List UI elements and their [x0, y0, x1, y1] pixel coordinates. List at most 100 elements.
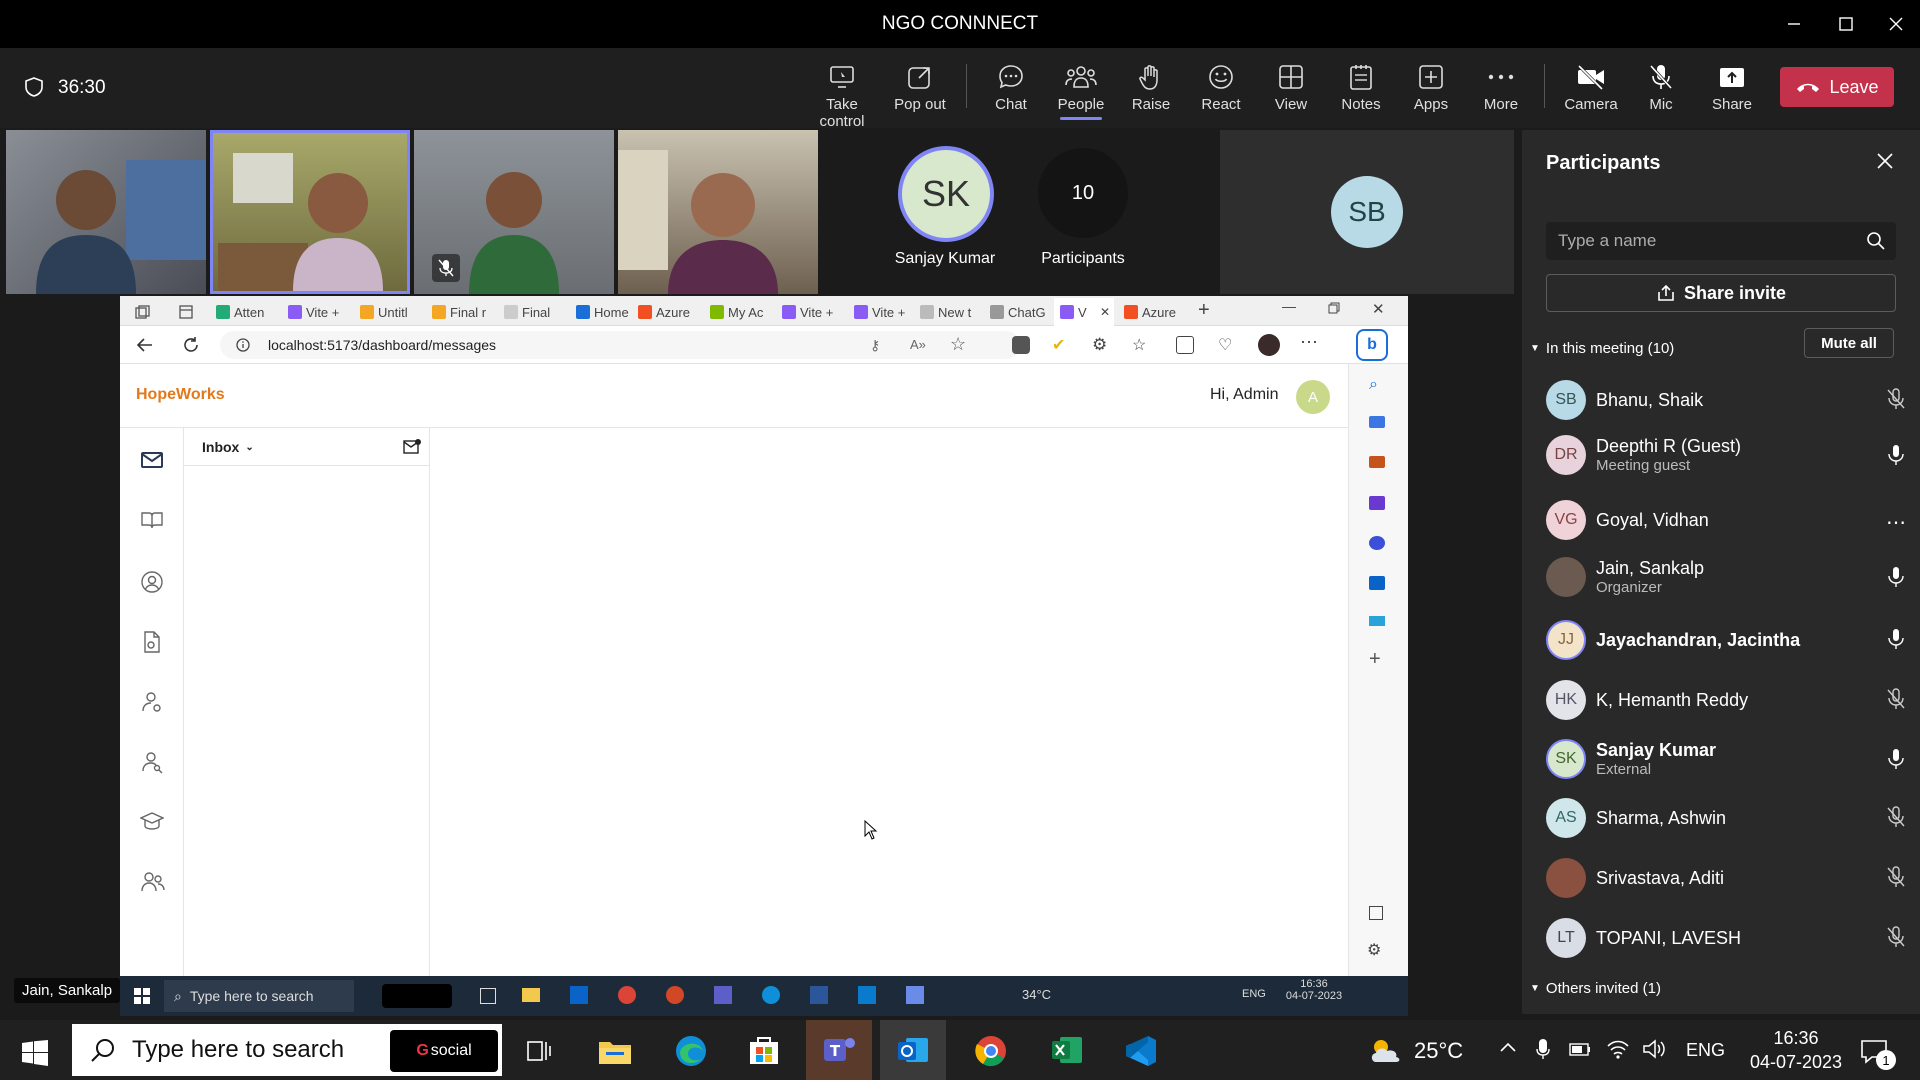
mic-button[interactable]: Mic — [1626, 62, 1696, 113]
browser-tab[interactable]: Azure — [1124, 300, 1194, 324]
chevron-up-icon[interactable] — [1500, 1042, 1516, 1052]
search-highlight-badge[interactable]: Gsocial — [390, 1030, 498, 1072]
edge-taskbar-icon[interactable] — [762, 986, 780, 1004]
people-button[interactable]: People — [1046, 62, 1116, 120]
close-panel-icon[interactable] — [1876, 152, 1894, 170]
new-tab-icon[interactable]: + — [1198, 299, 1210, 322]
favorites-icon[interactable]: ☆ — [1132, 335, 1146, 355]
close-window-button[interactable] — [1868, 0, 1920, 48]
file-explorer-icon[interactable] — [598, 1038, 632, 1066]
bing-chat-icon[interactable]: b — [1356, 329, 1388, 361]
mute-all-button[interactable]: Mute all — [1804, 328, 1894, 358]
raise-hand-button[interactable]: Raise — [1116, 62, 1186, 113]
participant-row[interactable]: Jain, Sankalp Organizer — [1546, 542, 1906, 612]
browser-tab[interactable]: ChatG — [990, 300, 1056, 324]
pop-out-button[interactable]: Pop out — [885, 62, 955, 113]
language-indicator[interactable]: ENG — [1686, 1040, 1725, 1061]
browser-tab[interactable]: My Ac — [710, 300, 780, 324]
teams-taskbar-button[interactable]: T — [806, 1020, 872, 1080]
participant-row[interactable]: DR Deepthi R (Guest) Meeting guest — [1546, 420, 1906, 490]
outlook-taskbar-icon[interactable] — [570, 986, 588, 1004]
brand-logo[interactable]: HopeWorks — [136, 386, 225, 404]
workspaces-icon[interactable] — [134, 304, 150, 320]
sanjay-kumar-avatar[interactable]: SK — [898, 146, 994, 242]
close-tab-icon[interactable]: ✕ — [1100, 305, 1114, 319]
remote-lang[interactable]: ENG — [1242, 988, 1266, 1000]
extension-check-icon[interactable]: ✔ — [1052, 335, 1065, 355]
microsoft-365-icon[interactable] — [1369, 536, 1385, 550]
teams-taskbar-icon[interactable] — [714, 986, 732, 1004]
participant-row[interactable]: SK Sanjay Kumar External — [1546, 724, 1906, 794]
settings-more-icon[interactable]: ⋯ — [1300, 332, 1318, 353]
others-invited-toggle[interactable]: ▼ Others invited (1) — [1530, 980, 1661, 997]
task-view-icon[interactable] — [480, 988, 496, 1004]
outlook-icon[interactable] — [1369, 576, 1385, 590]
camera-button[interactable]: Camera — [1556, 62, 1626, 113]
browser-tab[interactable]: Atten — [216, 300, 282, 324]
collections-icon[interactable] — [1176, 336, 1194, 354]
profile-avatar[interactable] — [1258, 334, 1280, 356]
in-meeting-section-toggle[interactable]: ▼ In this meeting (10) — [1530, 340, 1674, 357]
tools-icon[interactable] — [1369, 456, 1385, 468]
browser-tab[interactable]: Vite + — [288, 300, 358, 324]
add-sidebar-app-icon[interactable]: + — [1369, 648, 1381, 671]
browser-tab[interactable]: Final — [504, 300, 574, 324]
drop-icon[interactable] — [1369, 616, 1385, 626]
app-taskbar-icon[interactable] — [906, 986, 924, 1004]
participant-row[interactable]: JJ Jayachandran, Jacintha — [1546, 612, 1906, 668]
weather-temperature[interactable]: 25°C — [1414, 1038, 1463, 1064]
hide-sidebar-icon[interactable] — [1369, 906, 1383, 920]
user-avatar[interactable]: A — [1296, 380, 1330, 414]
share-invite-button[interactable]: Share invite — [1546, 274, 1896, 312]
chrome-icon[interactable] — [974, 1034, 1008, 1068]
site-info-icon[interactable] — [236, 338, 250, 352]
sidebar-settings-icon[interactable]: ⚙ — [1367, 940, 1381, 960]
browser-tab[interactable]: Untitl — [360, 300, 430, 324]
participant-row[interactable]: LT TOPANI, LAVESH — [1546, 910, 1906, 966]
browser-restore-icon[interactable] — [1328, 302, 1340, 314]
browser-tab[interactable]: Vite + — [854, 300, 924, 324]
video-tile-3[interactable] — [414, 130, 614, 294]
key-icon[interactable]: ⚷ — [870, 337, 880, 354]
volunteer-icon[interactable] — [140, 690, 164, 714]
participant-count-bubble[interactable]: 10 — [1038, 148, 1128, 238]
browser-tab[interactable]: Azure — [638, 300, 708, 324]
remote-weather[interactable]: 34°C — [1022, 987, 1051, 1002]
wifi-icon[interactable] — [1606, 1038, 1630, 1060]
games-icon[interactable] — [1369, 496, 1385, 510]
browser-tab[interactable]: New t — [920, 300, 990, 324]
browser-tab[interactable]: Home — [576, 300, 646, 324]
minimize-button[interactable] — [1766, 0, 1822, 48]
document-icon[interactable] — [140, 630, 164, 654]
share-button[interactable]: Share — [1697, 62, 1767, 113]
participant-row[interactable]: VG Goyal, Vidhan ⋯ — [1546, 492, 1906, 548]
volume-icon[interactable] — [1642, 1038, 1666, 1060]
maximize-button[interactable] — [1818, 0, 1874, 48]
microphone-tray-icon[interactable] — [1536, 1038, 1550, 1060]
back-icon[interactable] — [136, 336, 154, 354]
take-control-button[interactable]: Take control — [807, 62, 877, 130]
book-icon[interactable] — [140, 510, 164, 530]
mail-icon[interactable] — [140, 450, 164, 470]
file-explorer-icon[interactable] — [522, 988, 540, 1002]
video-tile-2[interactable] — [210, 130, 410, 294]
view-button[interactable]: View — [1256, 62, 1326, 113]
more-options-icon[interactable]: ⋯ — [1886, 510, 1906, 535]
word-taskbar-icon[interactable] — [810, 986, 828, 1004]
browser-close-icon[interactable]: ✕ — [1372, 300, 1385, 318]
compose-mail-icon[interactable] — [402, 438, 422, 456]
browser-tab-active[interactable]: V ✕ — [1054, 298, 1114, 326]
remote-windows-icon[interactable] — [134, 988, 150, 1004]
browser-tab[interactable]: Vite + — [782, 300, 852, 324]
participant-row[interactable]: HK K, Hemanth Reddy — [1546, 672, 1906, 728]
battery-icon[interactable] — [1568, 1040, 1592, 1058]
browser-minimize-icon[interactable]: — — [1282, 298, 1296, 314]
microsoft-store-icon[interactable] — [748, 1034, 780, 1066]
refresh-icon[interactable] — [182, 336, 200, 354]
extension-icon[interactable] — [1012, 336, 1030, 354]
video-tile-4[interactable] — [618, 130, 818, 294]
participant-search-input[interactable]: Type a name — [1546, 222, 1896, 260]
graduation-cap-icon[interactable] — [140, 810, 164, 832]
outlook-taskbar-button[interactable] — [880, 1020, 946, 1080]
notes-button[interactable]: Notes — [1326, 62, 1396, 113]
